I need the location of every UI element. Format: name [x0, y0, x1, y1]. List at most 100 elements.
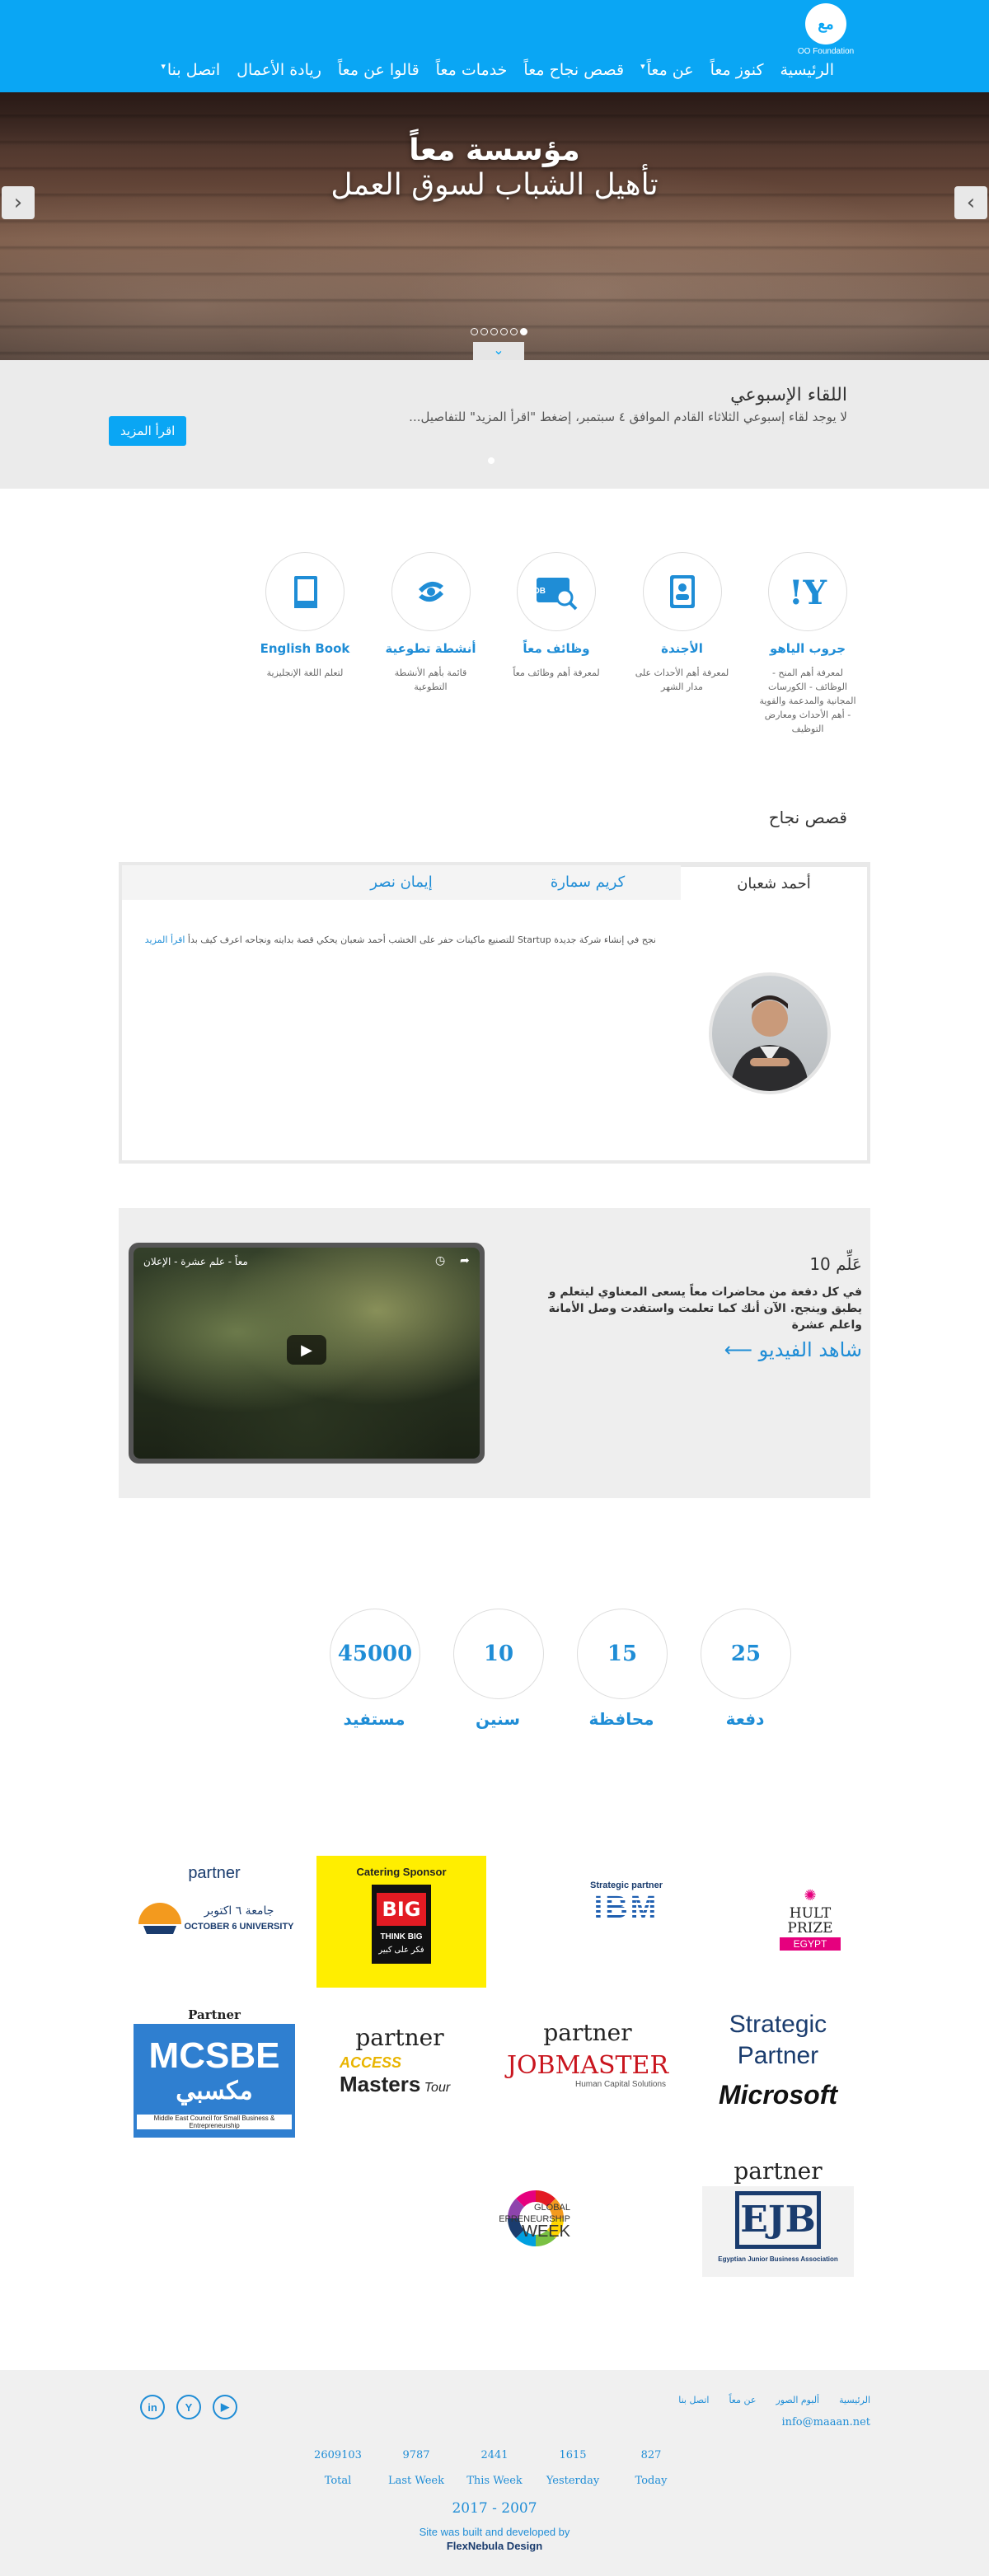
feature-jobs[interactable]: JOB وظائف معاً لمعرفة أهم وظائف معاً: [507, 552, 606, 736]
stat-value: 25: [701, 1609, 791, 1699]
slider-next-button[interactable]: ›: [954, 186, 987, 219]
video-player[interactable]: معاً - علم عشرة - الإعلان ➦ ◷ ▶: [129, 1243, 485, 1464]
partner-jobmaster[interactable]: partner JOBMASTER Human Capital Solution…: [501, 2019, 674, 2089]
weekly-dot[interactable]: [488, 457, 494, 464]
slider-dot[interactable]: [471, 328, 478, 335]
tab-karim-samara[interactable]: كريم سمارة: [494, 865, 681, 900]
stat-label: مستفيد: [343, 1709, 405, 1729]
nav-home[interactable]: الرئيسية: [772, 61, 842, 79]
read-more-button[interactable]: اقرأ المزيد: [109, 416, 187, 446]
nav-entrepreneurship[interactable]: ريادة الأعمال: [228, 61, 330, 79]
play-icon: ▶: [301, 1341, 312, 1359]
nav-label: خدمات معاً: [435, 61, 508, 79]
partner-label: partner: [355, 2024, 444, 2051]
nav-label: عن معاً: [646, 61, 694, 79]
clock-icon[interactable]: ◷: [435, 1254, 445, 1267]
video-section: عَلِّم 10 في كل دفعة من محاضرات معاً يسع…: [119, 1208, 870, 1498]
tab-ahmed-shaaban[interactable]: أحمد شعبان: [681, 865, 867, 900]
feature-volunteering[interactable]: أنشطة تطوعية قائمة بأهم الأنشطة التطوعية: [382, 552, 480, 736]
prize-text: PRIZE: [787, 1920, 833, 1937]
partner-microsoft[interactable]: Strategic Partner Microsoft: [705, 2009, 851, 2110]
chevron-down-icon: ▾: [161, 61, 166, 72]
counter-value: 2441: [480, 2449, 509, 2461]
feature-title: وظائف معاً: [523, 641, 590, 656]
feature-circle: Y!: [768, 552, 847, 631]
nav-treasures[interactable]: كنوز معاً: [702, 61, 772, 79]
play-button[interactable]: ▶: [287, 1335, 326, 1365]
copyright-years: 2017 - 2007: [452, 2500, 537, 2517]
counter-value: 1615: [559, 2449, 587, 2461]
partner-ejb[interactable]: partner EJB Egyptian Junior Business Ass…: [702, 2157, 854, 2277]
feature-yahoo-group[interactable]: Y! جروب الياهو لمعرفة أهم المنح - الوظائ…: [758, 552, 857, 736]
credit-link[interactable]: FlexNebula Design: [447, 2540, 542, 2552]
partner-mcsbe[interactable]: Partner MCSBE مكسبي Middle East Council …: [134, 2007, 295, 2138]
linkedin-icon[interactable]: in: [140, 2395, 165, 2419]
access-text: ACCESS: [340, 2054, 402, 2071]
stat-value: 45000: [330, 1609, 420, 1699]
footer-link-about[interactable]: عن معاً: [729, 2395, 756, 2405]
hult-star-icon: ✺: [804, 1887, 817, 1904]
stat-label: دفعة: [725, 1709, 765, 1729]
site-logo[interactable]: مع OO Foundation: [791, 3, 860, 56]
feature-agenda[interactable]: الأجندة لمعرفة أهم الأحداث على مدار الشه…: [633, 552, 732, 736]
footer-link-contact[interactable]: اتصل بنا: [678, 2395, 709, 2405]
feature-circle: [265, 552, 345, 631]
jobmaster-subtitle: Human Capital Solutions: [575, 2080, 667, 2089]
nav-label: كنوز معاً: [710, 61, 764, 79]
jobmaster-logo: JOBMASTER: [506, 2051, 669, 2080]
slider-dot[interactable]: [520, 328, 527, 335]
slider-dot[interactable]: [510, 328, 518, 335]
main-nav: الرئيسية كنوز معاً عن معاً▾ قصص نجاح معا…: [152, 61, 842, 79]
partner-hult-prize[interactable]: ✺ HULT PRIZE EGYPT: [780, 1887, 841, 1951]
hero-image-audience: [0, 92, 989, 360]
microsoft-logo: Microsoft: [719, 2080, 837, 2110]
stat-label: محافظة: [588, 1709, 654, 1729]
tab-eman-nasr[interactable]: إيمان نصر: [308, 865, 494, 900]
arrow-left-icon: ⟵: [724, 1338, 753, 1361]
partner-global-entrepreneurship-week[interactable]: GLOBAL ENTREPRENEURSHIP WEEK: [474, 2185, 664, 2255]
chevron-right-icon: ›: [966, 190, 976, 215]
october6-english: OCTOBER 6 UNIVERSITY: [184, 1922, 294, 1932]
agenda-icon: [669, 575, 695, 608]
nav-testimonials[interactable]: قالوا عن معاً: [330, 61, 428, 79]
watch-video-link[interactable]: شاهد الفيديو ⟵: [724, 1338, 862, 1361]
slider-dot[interactable]: [500, 328, 508, 335]
slider-prev-button[interactable]: ‹: [2, 186, 35, 219]
partner-think-big[interactable]: Catering Sponsor BIG THINK BIG فكر على ك…: [316, 1856, 486, 1988]
nav-contact[interactable]: اتصل بنا▾: [152, 61, 228, 79]
footer-email-link[interactable]: info@maaan.net: [781, 2416, 870, 2428]
video-heading: عَلِّم 10: [809, 1254, 862, 1274]
share-icon[interactable]: ➦: [460, 1254, 470, 1267]
partner-access-masters[interactable]: partner ACCESS Masters Tour: [330, 2024, 470, 2097]
partner-october6[interactable]: partner جامعة ٦ اكتوبر OCTOBER 6 UNIVERS…: [132, 1864, 297, 1945]
footer-link-home[interactable]: الرئيسية: [839, 2395, 870, 2405]
feature-english-book[interactable]: English Book لتعلم اللغة الإنجليزية: [255, 552, 354, 736]
footer-credit: Site was built and developed by FlexNebu…: [0, 2525, 989, 2553]
slider-dot[interactable]: [480, 328, 488, 335]
weekly-title: اللقاء الإسبوعي: [730, 385, 847, 405]
partner-label: partner: [188, 1864, 241, 1882]
feature-list: Y! جروب الياهو لمعرفة أهم المنح - الوظائ…: [255, 552, 857, 736]
yahoo-social-icon[interactable]: Y: [176, 2395, 201, 2419]
youtube-icon[interactable]: ▶: [213, 2395, 237, 2419]
footer-link-gallery[interactable]: ألبوم الصور: [776, 2395, 819, 2405]
feature-title: الأجندة: [661, 641, 703, 656]
story-read-more-link[interactable]: اقرأ المزيد: [145, 934, 185, 945]
counter-label: Total: [324, 2475, 352, 2487]
counter-label: This Week: [466, 2475, 523, 2487]
story-body: نجح في إنشاء شركة جديدة Startup للتصنيع …: [187, 934, 656, 945]
nav-about[interactable]: عن معاً▾: [632, 61, 702, 79]
counter-total: 2609103 Total: [305, 2449, 371, 2487]
partner-ibm[interactable]: Strategic partner IBM: [569, 1880, 684, 1926]
nav-success-stories[interactable]: قصص نجاح معاً: [515, 61, 632, 79]
stat-batches: 25 دفعة: [699, 1609, 791, 1729]
stories-panel: أحمد شعبان كريم سمارة إيمان نصر نجح في إ…: [119, 862, 870, 1164]
feature-title: جروب الياهو: [769, 641, 846, 656]
counter-label: Today: [635, 2475, 668, 2487]
slider-dot[interactable]: [490, 328, 498, 335]
scroll-down-tab[interactable]: ⌄: [473, 342, 524, 360]
stat-beneficiaries: 45000 مستفيد: [328, 1609, 420, 1729]
feature-desc: لتعلم اللغة الإنجليزية: [266, 667, 344, 678]
nav-services[interactable]: خدمات معاً: [428, 61, 516, 79]
stories-heading: قصص نجاح: [768, 808, 847, 827]
